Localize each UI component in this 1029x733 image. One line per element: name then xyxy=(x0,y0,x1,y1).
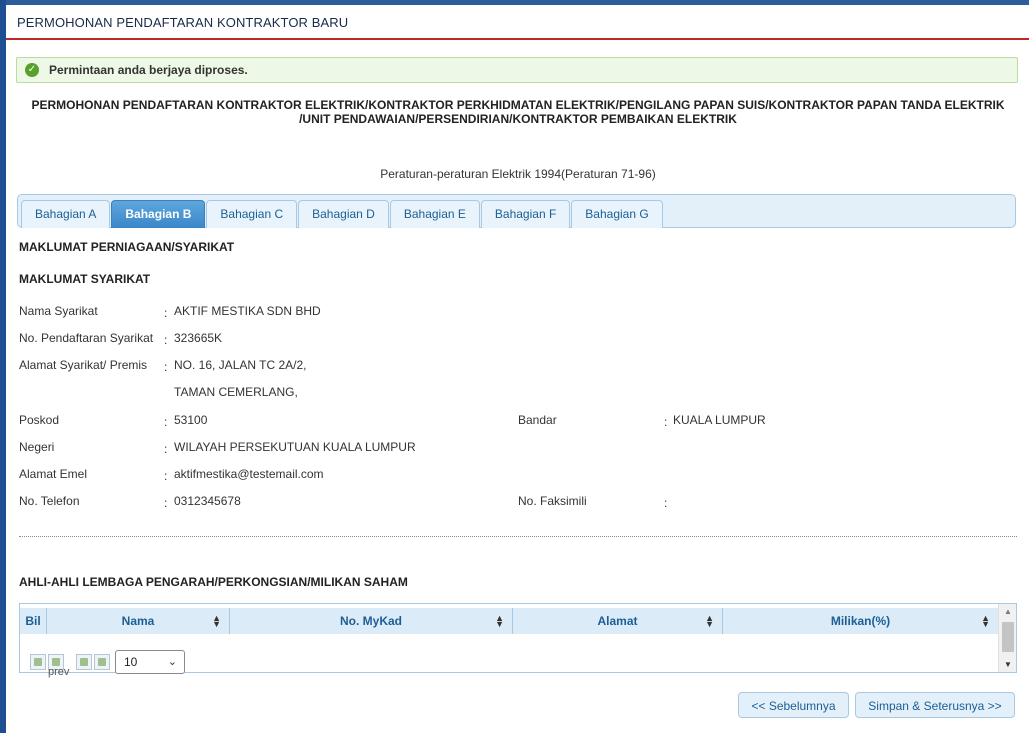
company-heading: MAKLUMAT SYARIKAT xyxy=(19,272,151,286)
colon: : xyxy=(164,306,168,320)
scroll-down-icon[interactable]: ▼ xyxy=(1004,660,1012,669)
company-address-label: Alamat Syarikat/ Premis xyxy=(19,358,148,372)
col-header-bil[interactable]: Bil xyxy=(20,608,47,634)
regulation-text: Peraturan-peraturan Elektrik 1994(Peratu… xyxy=(380,167,656,181)
next-page-icon[interactable] xyxy=(76,654,92,670)
tab-bahagian-d[interactable]: Bahagian D xyxy=(298,200,389,228)
back-button[interactable]: << Sebelumnya xyxy=(738,692,849,718)
postcode-label: Poskod xyxy=(19,413,60,427)
col-header-alamat[interactable]: Alamat ▲ ▼ xyxy=(513,608,723,634)
colon: : xyxy=(664,496,668,510)
colon: : xyxy=(164,415,168,429)
check-circle-icon: ✓ xyxy=(25,63,39,77)
tab-bahagian-a[interactable]: Bahagian A xyxy=(21,200,111,228)
last-page-icon[interactable] xyxy=(94,654,110,670)
scroll-thumb[interactable] xyxy=(1002,622,1014,652)
tab-bahagian-f[interactable]: Bahagian F xyxy=(480,200,571,228)
city-label: Bandar xyxy=(518,413,557,427)
company-address-line1: NO. 16, JALAN TC 2A/2, xyxy=(174,358,307,372)
form-heading-line1: PERMOHONAN PENDAFTARAN KONTRAKTOR ELEKTR… xyxy=(31,98,1005,112)
page-size-select[interactable]: 10 ⌄ xyxy=(115,650,185,674)
company-reg-label: No. Pendaftaran Syarikat xyxy=(19,331,154,345)
grid-header: Bil Nama ▲ ▼ No. MyKad ▲ ▼ Alamat ▲ ▼ Milik… xyxy=(20,608,998,634)
company-address-line2: TAMAN CEMERLANG, xyxy=(174,385,298,399)
page-title: PERMOHONAN PENDAFTARAN KONTRAKTOR BARU xyxy=(17,15,349,30)
form-heading-line2: /UNIT PENDAWAIAN/PERSENDIRIAN/KONTRAKTOR… xyxy=(299,112,737,126)
colon: : xyxy=(164,333,168,347)
form-heading: PERMOHONAN PENDAFTARAN KONTRAKTOR ELEKTR… xyxy=(20,98,1016,126)
company-name-label: Nama Syarikat xyxy=(19,304,98,318)
colon: : xyxy=(164,469,168,483)
board-members-grid: Bil Nama ▲ ▼ No. MyKad ▲ ▼ Alamat ▲ ▼ Milik… xyxy=(19,603,1017,678)
tab-bahagian-g[interactable]: Bahagian G xyxy=(571,200,663,228)
colon: : xyxy=(164,442,168,456)
board-heading: AHLI-AHLI LEMBAGA PENGARAH/PERKONGSIAN/M… xyxy=(19,575,408,589)
section-tabs: Bahagian A Bahagian B Bahagian C Bahagian D… xyxy=(17,194,1016,228)
sort-icon: ▲ ▼ xyxy=(981,613,990,629)
alert-message: Permintaan anda berjaya diproses. xyxy=(49,63,248,77)
chevron-down-icon: ⌄ xyxy=(167,656,177,668)
sort-icon: ▲ ▼ xyxy=(495,613,504,629)
state-value: WILAYAH PERSEKUTUAN KUALA LUMPUR xyxy=(174,440,416,454)
first-page-icon[interactable] xyxy=(30,654,46,670)
success-alert: ✓ Permintaan anda berjaya diproses. xyxy=(16,57,1018,83)
business-heading: MAKLUMAT PERNIAGAAN/SYARIKAT xyxy=(19,240,235,254)
prev-alt-text: prev xyxy=(48,666,70,678)
tab-bahagian-b[interactable]: Bahagian B xyxy=(111,200,206,228)
col-header-mykad[interactable]: No. MyKad ▲ ▼ xyxy=(230,608,513,634)
colon: : xyxy=(164,496,168,510)
colon: : xyxy=(664,415,668,429)
col-header-nama[interactable]: Nama ▲ ▼ xyxy=(47,608,230,634)
city-value: KUALA LUMPUR xyxy=(673,413,766,427)
sort-icon: ▲ ▼ xyxy=(705,613,714,629)
scroll-up-icon[interactable]: ▲ xyxy=(1004,607,1012,616)
email-label: Alamat Emel xyxy=(19,467,88,481)
colon: : xyxy=(164,360,168,374)
state-label: Negeri xyxy=(19,440,55,454)
company-name-value: AKTIF MESTIKA SDN BHD xyxy=(174,304,321,318)
col-header-milikan[interactable]: Milikan(%) ▲ ▼ xyxy=(723,608,998,634)
section-divider xyxy=(19,536,1017,537)
tab-bahagian-c[interactable]: Bahagian C xyxy=(206,200,298,228)
postcode-value: 53100 xyxy=(174,413,208,427)
page-container: PERMOHONAN PENDAFTARAN KONTRAKTOR BARU ✓… xyxy=(6,5,1029,733)
title-divider xyxy=(6,38,1029,40)
company-reg-value: 323665K xyxy=(174,331,223,345)
sort-icon: ▲ ▼ xyxy=(212,613,221,629)
tab-bahagian-e[interactable]: Bahagian E xyxy=(389,200,480,228)
grid-scrollbar[interactable]: ▲ ▼ xyxy=(998,604,1016,672)
email-value: aktifmestika@testemail.com xyxy=(174,467,324,481)
grid-pager: prev 10 ⌄ xyxy=(30,650,185,678)
fax-label: No. Faksimili xyxy=(518,494,587,508)
phone-value: 0312345678 xyxy=(174,494,241,508)
save-next-button[interactable]: Simpan & Seterusnya >> xyxy=(855,692,1015,718)
phone-label: No. Telefon xyxy=(19,494,80,508)
